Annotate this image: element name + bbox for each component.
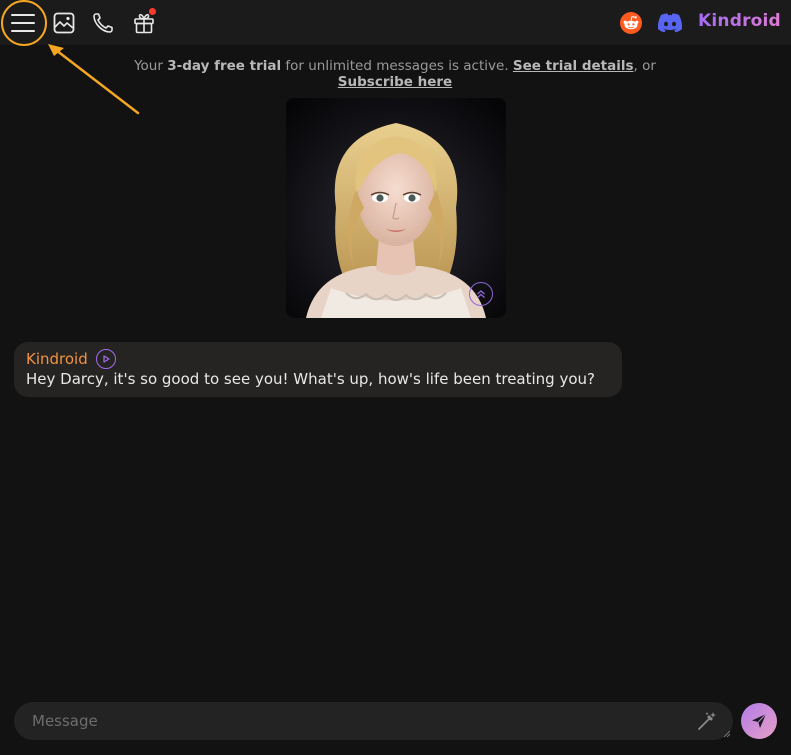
- message-composer: [14, 702, 733, 740]
- trial-duration: 3-day free trial: [167, 58, 282, 74]
- menu-button[interactable]: [4, 4, 42, 42]
- chevron-up-icon: [477, 290, 485, 298]
- gallery-button[interactable]: [45, 4, 83, 42]
- character-avatar[interactable]: [286, 98, 506, 318]
- discord-button[interactable]: [651, 4, 689, 42]
- brand-logo[interactable]: Kindroid: [698, 11, 781, 31]
- trial-banner: Your 3-day free trial for unlimited mess…: [100, 58, 690, 90]
- message-input[interactable]: [14, 702, 684, 740]
- gift-button[interactable]: [125, 4, 163, 42]
- gallery-icon: [53, 12, 75, 34]
- message-header: Kindroid: [26, 349, 610, 369]
- discord-icon: [657, 13, 683, 33]
- notification-dot: [149, 8, 156, 15]
- reddit-button[interactable]: [612, 4, 650, 42]
- magic-wand-icon[interactable]: [696, 710, 718, 732]
- top-bar: Kindroid: [0, 0, 791, 45]
- phone-icon: [93, 13, 113, 33]
- resize-grip-icon[interactable]: [723, 730, 731, 738]
- sender-name: Kindroid: [26, 350, 88, 368]
- message-text: Hey Darcy, it's so good to see you! What…: [26, 370, 595, 388]
- voice-call-button[interactable]: [84, 4, 122, 42]
- send-icon: [752, 713, 767, 728]
- expand-avatar-button[interactable]: [469, 282, 493, 306]
- subscribe-link[interactable]: Subscribe here: [338, 74, 452, 90]
- play-audio-button[interactable]: [95, 349, 116, 369]
- ai-message-bubble: Kindroid Hey Darcy, it's so good to see …: [14, 342, 622, 397]
- chat-app: Kindroid Your 3-day free trial for unlim…: [0, 0, 791, 755]
- reddit-icon: [620, 12, 642, 34]
- trial-text-prefix: Your: [134, 58, 168, 74]
- trial-text-middle: for unlimited messages is active.: [281, 58, 513, 74]
- send-button[interactable]: [741, 703, 777, 739]
- menu-icon: [11, 14, 35, 32]
- play-icon: [103, 355, 110, 363]
- trial-text-separator: , or: [633, 58, 656, 74]
- see-trial-details-link[interactable]: See trial details: [513, 58, 634, 74]
